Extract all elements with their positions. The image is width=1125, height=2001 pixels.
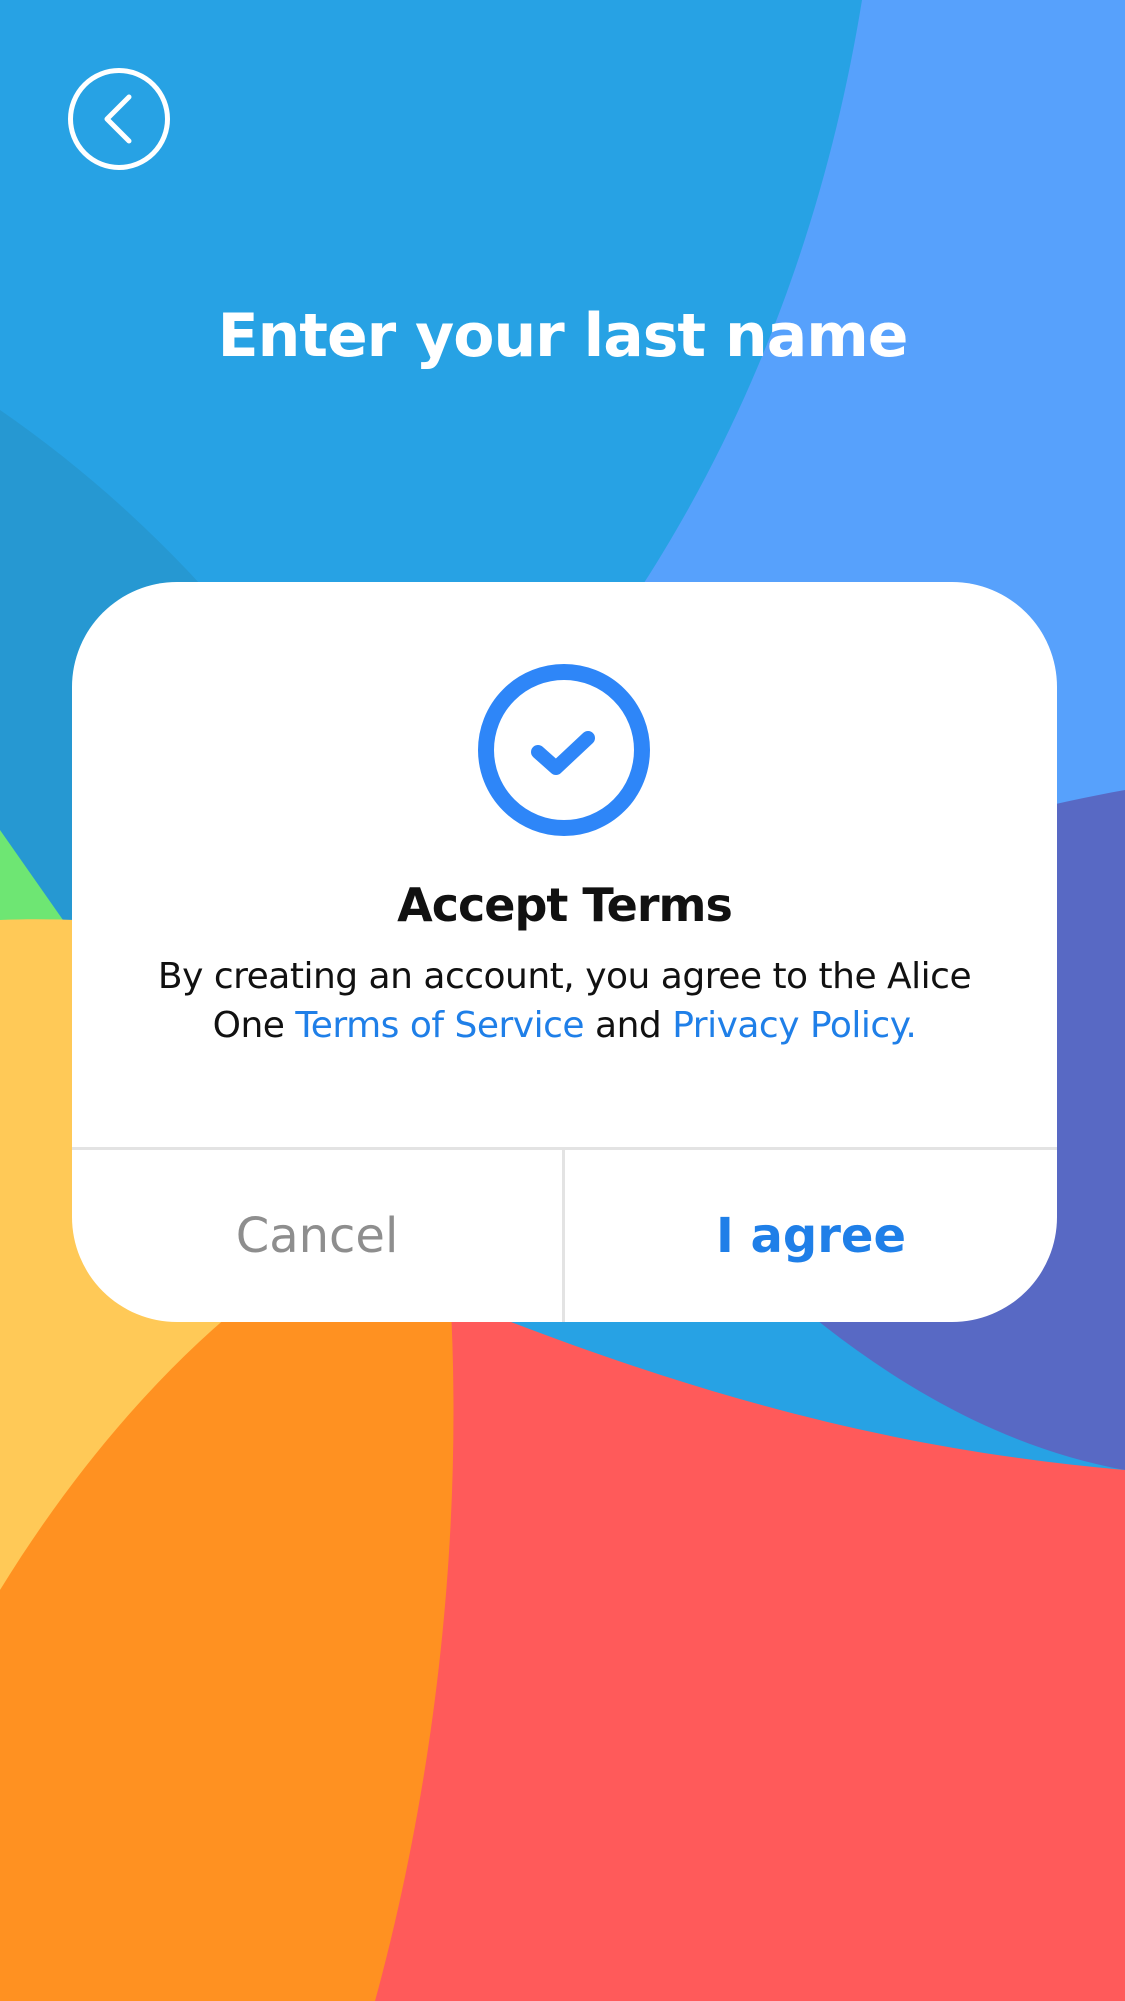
message-text-middle: and [584,1005,673,1046]
check-circle-icon [478,664,650,836]
terms-of-service-link[interactable]: Terms of Service [295,1005,584,1046]
dialog-title: Accept Terms [397,878,733,932]
dialog-message: By creating an account, you agree to the… [132,952,997,1050]
back-button[interactable] [68,68,170,170]
cancel-button[interactable]: Cancel [72,1150,562,1322]
agree-button[interactable]: I agree [565,1150,1057,1322]
chevron-left-icon [104,94,132,144]
accept-terms-dialog: Accept Terms By creating an account, you… [72,582,1057,1322]
privacy-policy-link[interactable]: Privacy Policy. [672,1005,917,1046]
page-title: Enter your last name [217,301,909,371]
